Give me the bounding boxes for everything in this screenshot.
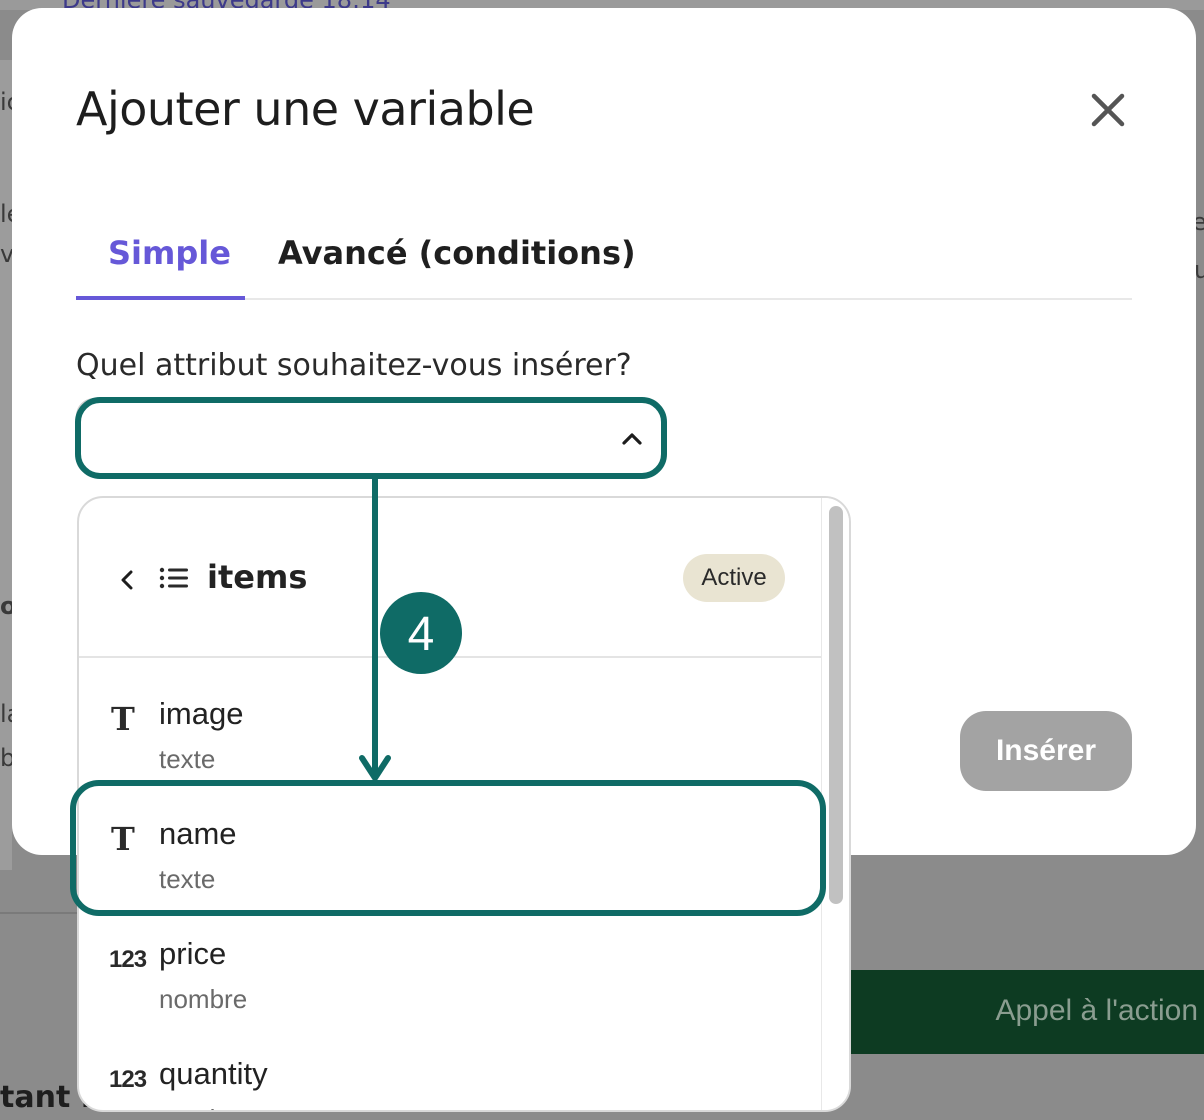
modal-title: Ajouter une variable (76, 82, 535, 136)
tab-advanced[interactable]: Avancé (conditions) (278, 234, 636, 272)
option-type: nombre (159, 1104, 247, 1110)
option-name: price (159, 936, 227, 971)
list-item[interactable]: 123 quantity nombre (79, 1054, 821, 1110)
option-name: image (159, 696, 244, 731)
number-type-icon: 123 (109, 1066, 147, 1093)
tab-simple[interactable]: Simple (108, 234, 231, 272)
text-type-icon: T (111, 820, 135, 858)
number-type-icon: 123 (109, 946, 147, 973)
option-name: name (159, 816, 237, 851)
attribute-dropdown: items Active T image texte T name texte … (77, 496, 851, 1112)
tab-bar: Simple Avancé (conditions) (76, 218, 1132, 300)
text-type-icon: T (111, 700, 135, 738)
dropdown-header: items Active (79, 498, 823, 658)
option-type: texte (159, 744, 216, 774)
scrollbar-thumb[interactable] (829, 506, 843, 904)
cta-block[interactable]: Appel à l'action (848, 970, 1204, 1054)
list-icon (159, 567, 188, 589)
cta-label: Appel à l'action (995, 994, 1198, 1027)
status-badge: Active (683, 554, 785, 602)
active-tab-indicator (76, 296, 245, 300)
close-button[interactable] (1086, 88, 1130, 132)
dropdown-title: items (207, 558, 308, 596)
option-type: texte (159, 864, 216, 894)
close-icon (1091, 93, 1125, 127)
chevron-left-icon[interactable] (119, 568, 135, 592)
insert-button[interactable]: Insérer (960, 711, 1132, 791)
option-type: nombre (159, 984, 248, 1014)
option-name: quantity (159, 1056, 268, 1091)
attribute-select[interactable] (76, 398, 664, 476)
list-item[interactable]: T name texte (79, 814, 821, 934)
list-item[interactable]: 123 price nombre (79, 934, 821, 1054)
chevron-up-icon[interactable] (620, 428, 644, 448)
attribute-field-label: Quel attribut souhaitez-vous insérer? (76, 348, 632, 383)
list-item[interactable]: T image texte (79, 694, 821, 814)
background-divider (0, 912, 80, 914)
